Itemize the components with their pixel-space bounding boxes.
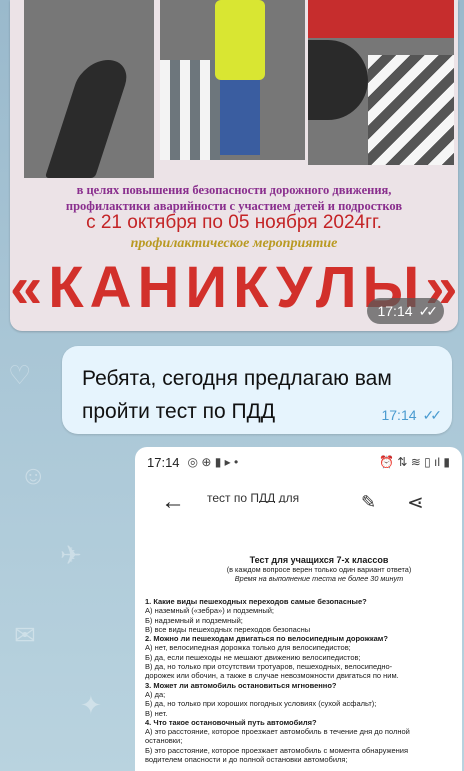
doc-line: В) да, но только при отсутствии тротуаро…	[145, 662, 393, 672]
system-icons: ⏰ ⇅ ≋ ▯ ıl ▮	[379, 455, 450, 469]
doc-line: В) нет.	[145, 708, 168, 718]
doc-subtitle: (в каждом вопросе верен только один вари…	[226, 565, 412, 574]
doc-subtitle-2: Время на выполнение теста не более 30 ми…	[234, 574, 404, 583]
poster-dates: с 21 октября по 05 ноября 2024гг.	[86, 212, 382, 233]
doc-title: Тест для учащихся 7-х классов	[249, 555, 389, 565]
document-page: Тест для учащихся 7-х классов (в каждом …	[145, 555, 462, 764]
edit-icon[interactable]: ✎	[361, 492, 376, 513]
phone-status-bar: 17:14 ◎ ⊕ ▮ ▸ • ⏰ ⇅ ≋ ▯ ıl ▮	[147, 455, 450, 475]
doc-line: 3. Может ли автомобиль остановиться мгно…	[145, 680, 337, 690]
photo-child-vest	[160, 0, 305, 160]
status-time: 17:14	[147, 455, 180, 470]
poster-timestamp: 17:14 ✓✓	[367, 298, 444, 324]
doc-line: Б) надземный и подземный;	[145, 615, 243, 625]
doc-questions: 1. Какие виды пешеходных переходов самые…	[145, 597, 462, 764]
screenshot-image-message[interactable]: 17:14 ◎ ⊕ ▮ ▸ • ⏰ ⇅ ≋ ▯ ıl ▮ ← тест по П…	[135, 447, 462, 771]
poster-line-1: в целях повышения безопасности дорожного…	[76, 183, 392, 197]
doodle-rocket-icon: ✈	[60, 540, 82, 570]
doodle-heart-icon: ♡	[8, 360, 32, 390]
doc-line: дорожек или обочин, а также в случае нев…	[145, 671, 399, 681]
read-ticks-icon: ✓✓	[418, 303, 439, 319]
notification-icons: ◎ ⊕ ▮ ▸ •	[187, 455, 239, 469]
doc-line: остановки;	[145, 736, 183, 746]
doc-line: Б) да, если пешеходы не мешают движению …	[145, 652, 361, 662]
poster-time: 17:14	[377, 303, 413, 319]
doc-line: А) наземный («зебра») и подземный;	[145, 606, 275, 616]
message-text: Ребята, сегодня предлагаю вам пройти тес…	[82, 367, 392, 423]
doc-line: В) все виды пешеходных переходов безопас…	[145, 624, 311, 634]
photo-car-zebra	[308, 0, 454, 165]
doc-line: Б) да, но только при хороших погодных ус…	[145, 699, 377, 709]
text-message-bubble[interactable]: Ребята, сегодня предлагаю вам пройти тес…	[62, 346, 452, 434]
doodle-gift-icon: ✉	[14, 620, 36, 650]
doc-line: Б) это расстояние, которое проезжает авт…	[145, 745, 409, 755]
doc-line: А) нет, велосипедная дорожка только для …	[145, 643, 351, 653]
document-app-bar: ← тест по ПДД для учащихся 7-х ✎ ⋖	[135, 479, 462, 525]
doc-line: 4. Что такое остановочный путь автомобил…	[145, 717, 317, 727]
doodle-cat-icon: ☺	[20, 460, 47, 490]
doc-line: А) это расстояние, которое проезжает авт…	[145, 727, 410, 737]
message-time: 17:14	[381, 407, 417, 423]
photo-shadow-crossing	[24, 0, 154, 178]
doc-line: 1. Какие виды пешеходных переходов самые…	[145, 597, 367, 606]
doc-line: А) да;	[145, 689, 166, 699]
doodle-star-icon: ✦	[80, 690, 102, 720]
poster-event: профилактическое мероприятие	[130, 236, 338, 251]
share-icon[interactable]: ⋖	[407, 490, 424, 515]
doc-line: 2. Можно ли пешеходам двигаться по велос…	[145, 634, 388, 644]
document-title: тест по ПДД для учащихся 7-х	[207, 491, 300, 503]
back-arrow-icon[interactable]: ←	[161, 488, 185, 516]
message-meta: 17:14 ✓✓	[381, 407, 443, 424]
doc-line: водителем опасности и до полной остановк…	[145, 755, 348, 765]
poster-image-message[interactable]: в целях повышения безопасности дорожного…	[10, 0, 458, 331]
read-ticks-icon: ✓✓	[422, 407, 443, 423]
